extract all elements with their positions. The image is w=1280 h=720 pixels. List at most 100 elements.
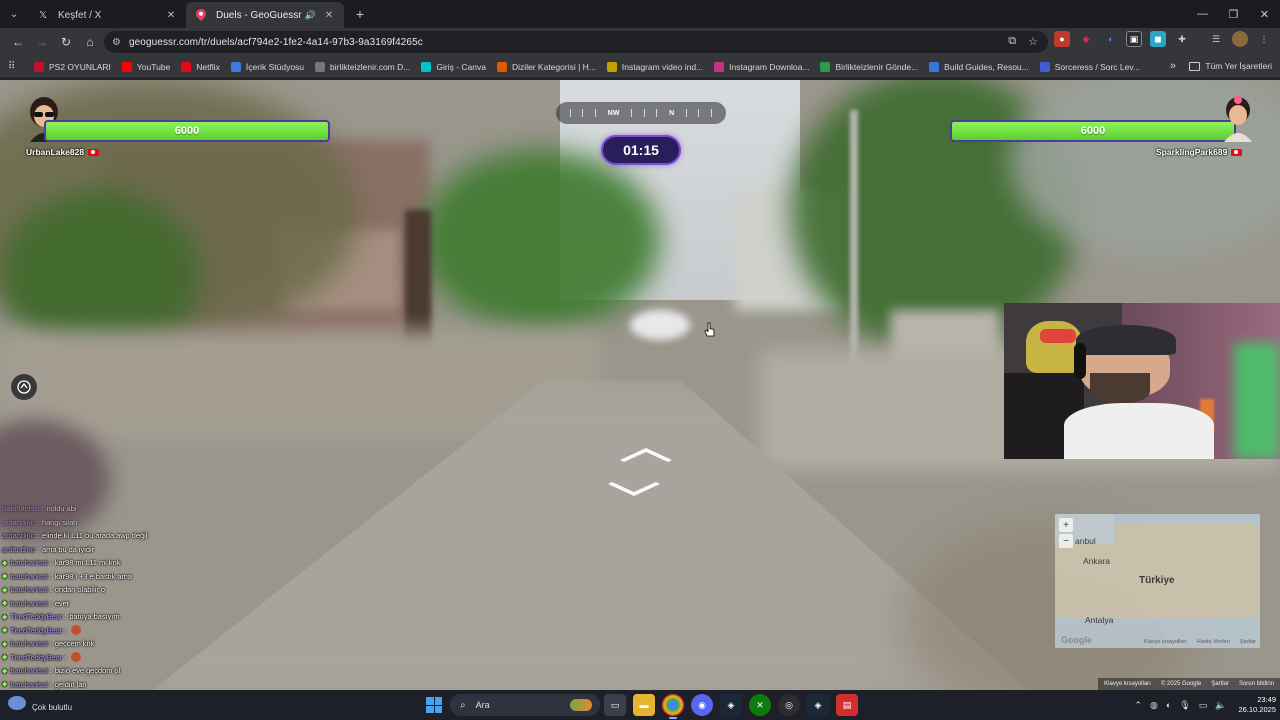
address-bar[interactable]: ⚙ geoguessr.com/tr/duels/acf794e2-1fe2-4… [104,31,1048,53]
move-forward-arrow[interactable] [618,444,674,464]
street-view-panorama[interactable]: NW N 01:15 6000 UrbanLake828 6000 Sparkl… [0,80,1280,690]
bookmark-item[interactable]: birlikteizlenir.com D... [315,61,411,72]
zoom-out-button[interactable]: − [1059,534,1073,548]
steam-icon[interactable]: ◈ [720,694,742,716]
chat-username: TiredTeddyBear [10,625,63,635]
bookmark-item[interactable]: Birlikteizlenir Gönde... [820,61,919,72]
new-tab-button[interactable]: + [348,2,372,26]
bookmark-item[interactable]: Sorceress / Sorc Lev... [1039,61,1140,72]
reload-button[interactable]: ↻ [54,30,78,54]
bookmark-item[interactable]: Instagram Downloa... [714,61,810,72]
restore-icon[interactable]: ❐ [1218,0,1249,28]
xbox-icon[interactable]: ✕ [749,694,771,716]
bookmark-item[interactable]: Giriş - Canva [421,61,486,72]
taskbar-apps: ▭ ▬ ◉ ◈ ✕ ◎ ◈ ▤ [604,694,858,719]
turkey-flag-icon [1231,148,1243,156]
guess-minimap[interactable]: + − anbul Ankara Türkiye Antalya Google … [1055,514,1260,648]
profile-avatar[interactable] [1232,31,1248,47]
bookmark-item[interactable]: Diziler Kategorisi | H... [496,61,596,72]
tray-app-icon[interactable]: ◍ [1150,700,1158,711]
chat-message: ◆ batuhanissi: ondan olabilir o [2,583,262,597]
map-keyboard-shortcuts[interactable]: Klavye kısayolları [1144,639,1187,645]
tray-expand-icon[interactable]: ⌃ [1134,700,1142,711]
parked-car [630,310,690,340]
chat-username: batuhanissi [10,666,48,676]
close-window-icon[interactable]: ✕ [1249,0,1280,28]
weather-widget[interactable]: Çok bulutlu [8,693,72,713]
bookmark-favicon-icon [181,61,192,72]
puzzle-icon[interactable]: ✚ [1174,31,1190,47]
bookmark-favicon-icon [606,61,617,72]
all-bookmarks-button[interactable]: Tüm Yer İşaretleri [1189,61,1272,71]
more-menu-icon[interactable]: ⋮ [1256,31,1272,47]
speaker-icon[interactable]: 🔊 [305,10,316,21]
chat-username: batuhanissi [10,571,48,581]
extension-red-icon[interactable]: ● [1054,31,1070,47]
bookmark-item[interactable]: YouTube [121,61,170,72]
player-right-name: SparklingPark689 [1156,147,1243,157]
map-data[interactable]: Harita Verileri [1197,639,1230,645]
chat-username: TiredTeddyBear [10,652,63,662]
bookmark-label: Instagram Downloa... [729,61,810,72]
volume-icon[interactable]: 🔈 [1215,700,1226,711]
zoom-in-button[interactable]: + [1059,518,1073,532]
map-terms[interactable]: Şartlar [1240,639,1256,645]
start-button[interactable] [426,697,442,713]
extension-sound-icon[interactable]: ◖ [1102,31,1118,47]
app-red-icon[interactable]: ▤ [836,694,858,716]
media-control-icon[interactable]: ☰ [1208,31,1224,47]
bookmark-label: birlikteizlenir.com D... [330,61,411,72]
player-right-name-text: SparklingPark689 [1156,147,1228,157]
chat-message: ◆ TiredTeddyBear: [2,624,262,638]
file-explorer-icon[interactable]: ▬ [633,694,655,716]
bookmark-item[interactable]: Instagram video ind... [606,61,703,72]
minimize-icon[interactable]: — [1187,0,1218,28]
discord-icon[interactable]: ◉ [691,694,713,716]
bookmark-label: Build Guides, Resou... [944,61,1029,72]
microphone-icon[interactable]: 🎙 [1179,700,1190,711]
subscriber-badge-icon: ◆ [2,640,8,648]
chat-message: ◆ batuhanissi: kar98 i +3 e bastık ama [2,570,262,584]
keyboard-shortcuts-link[interactable]: Klavye kısayolları [1104,681,1151,687]
extension-shield-icon[interactable]: ◆ [1078,31,1094,47]
app-icon[interactable]: ◎ [778,694,800,716]
tab-search-button[interactable]: ⌄ [0,0,28,28]
bookmark-item[interactable]: Build Guides, Resou... [929,61,1029,72]
tab-geoguessr[interactable]: Duels - GeoGuessr 🔊 ✕ [186,2,344,28]
bookmark-star-icon[interactable]: ☆ [1028,35,1038,48]
clock[interactable]: 23:49 26.10.2025 [1238,695,1276,715]
bookmark-label: Giriş - Canva [436,61,486,72]
steam-icon-2[interactable]: ◈ [807,694,829,716]
terms-link[interactable]: Şartlar [1211,681,1229,687]
forward-button[interactable]: → [30,30,54,54]
move-backward-arrow[interactable] [606,480,662,500]
subscriber-badge-icon: ◆ [2,681,8,689]
bookmark-item[interactable]: İçerik Stüdyosu [230,61,304,72]
compass-tick [711,109,713,117]
tab-x[interactable]: 𝕏 Keşfet / X ✕ [28,2,186,28]
back-button[interactable]: ← [6,30,30,54]
bookmark-favicon-icon [496,61,507,72]
subscriber-badge-icon: ◆ [2,667,8,675]
side-menu-button[interactable] [11,374,37,400]
more-bookmarks-icon[interactable]: » [1170,60,1176,72]
report-problem-link[interactable]: Sorun bildirin [1239,681,1274,687]
chrome-icon[interactable] [662,694,684,719]
install-app-icon[interactable]: ⧉ [1008,35,1016,48]
tray-app-icon-2[interactable]: ◐ [1166,700,1171,710]
extension-box-icon[interactable]: ▣ [1126,31,1142,47]
task-view-icon[interactable]: ▭ [604,694,626,716]
site-info-icon[interactable]: ⚙ [112,37,121,48]
close-icon[interactable]: ✕ [322,10,336,21]
network-icon[interactable]: ▭ [1199,700,1208,711]
apps-grid-icon[interactable]: ⠿ [8,61,22,72]
home-button[interactable]: ⌂ [78,30,102,54]
player-left-name: UrbanLake828 [26,147,100,157]
extension-blue-icon[interactable]: ◼ [1150,31,1166,47]
bookmark-item[interactable]: PS2 OYUNLARI [34,61,111,72]
compass-tick [595,109,597,117]
close-icon[interactable]: ✕ [164,10,178,21]
bookmark-item[interactable]: Netflix [181,61,220,72]
taskbar-search[interactable]: ⌕ Ara [450,694,600,716]
bookmark-label: Birlikteizlenir Gönde... [835,61,919,72]
